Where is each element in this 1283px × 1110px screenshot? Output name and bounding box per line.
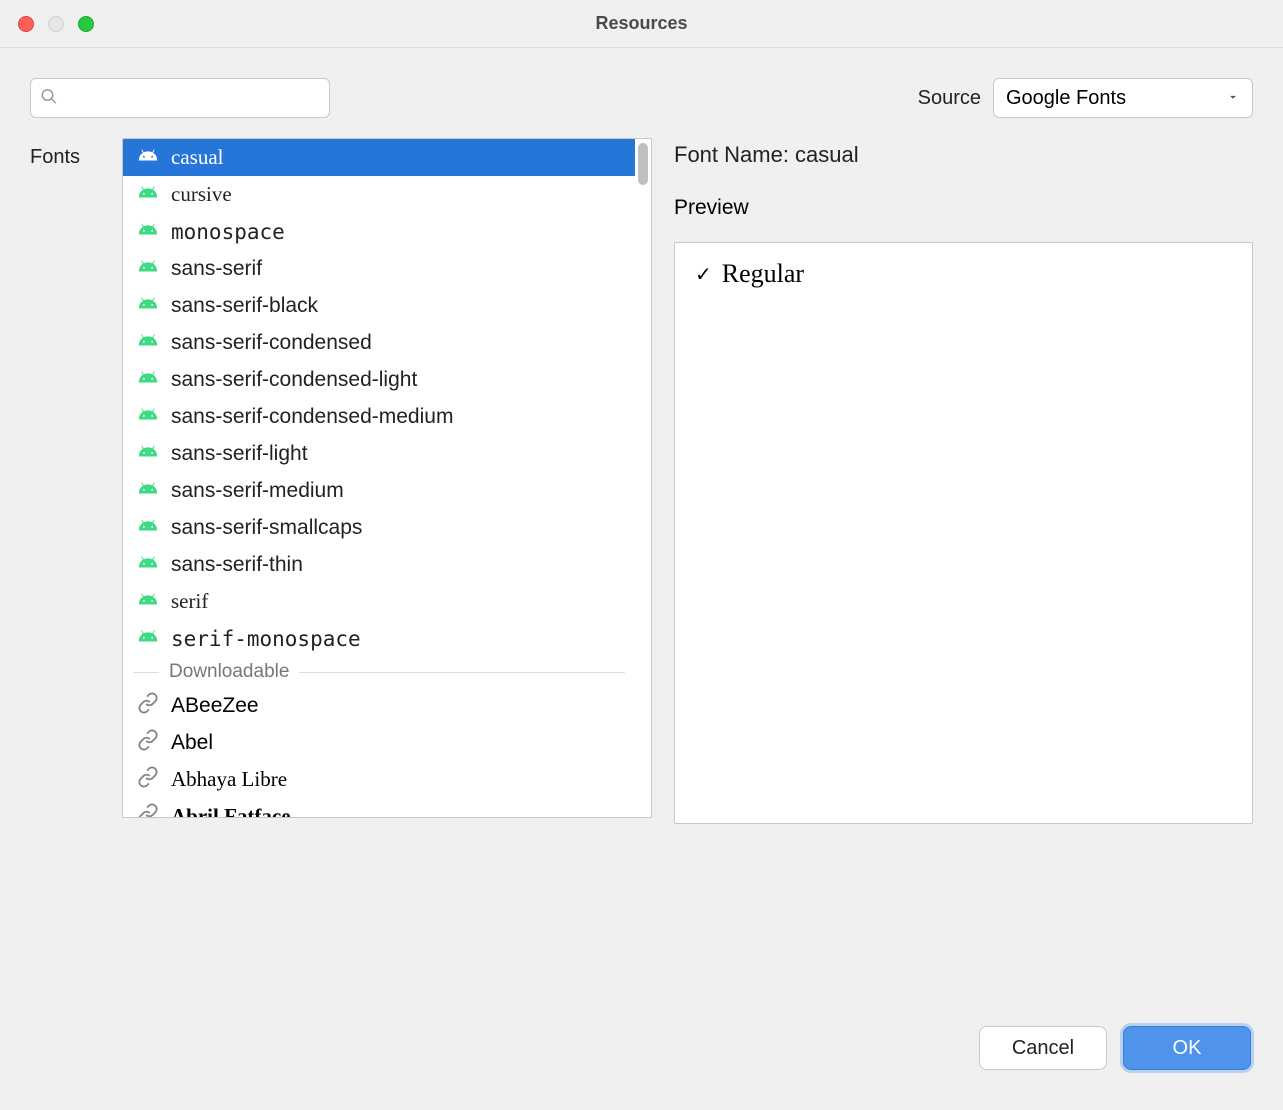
font-item-label: ABeeZee	[171, 694, 259, 718]
font-item-sans-serif-black[interactable]: sans-serif-black	[123, 287, 635, 324]
font-item-sans-serif-condensed-medium[interactable]: sans-serif-condensed-medium	[123, 398, 635, 435]
font-item-sans-serif-condensed-light[interactable]: sans-serif-condensed-light	[123, 361, 635, 398]
zoom-icon[interactable]	[78, 16, 94, 32]
android-icon	[137, 144, 159, 172]
android-icon	[137, 181, 159, 209]
source-label: Source	[918, 87, 981, 110]
detail-pane: Font Name: casual Preview ✓ Regular	[674, 138, 1253, 824]
search-input[interactable]	[30, 78, 330, 118]
font-item-label: serif	[171, 589, 208, 614]
android-icon	[137, 366, 159, 394]
window-controls	[0, 16, 94, 32]
font-item-sans-serif[interactable]: sans-serif	[123, 250, 635, 287]
search-field[interactable]	[30, 78, 330, 118]
font-item-serif-monospace[interactable]: serif-monospace	[123, 620, 635, 657]
android-icon	[137, 218, 159, 246]
font-item-label: sans-serif-condensed-light	[171, 368, 417, 392]
font-item-abel[interactable]: Abel	[123, 724, 635, 761]
check-icon: ✓	[695, 262, 712, 287]
font-item-label: sans-serif-light	[171, 442, 308, 466]
cancel-button[interactable]: Cancel	[979, 1026, 1107, 1070]
android-icon	[137, 255, 159, 283]
window-title: Resources	[0, 13, 1283, 34]
font-item-label: Abril Fatface	[171, 804, 291, 817]
font-item-label: monospace	[171, 220, 285, 244]
downloadable-separator: Downloadable	[123, 657, 635, 687]
font-list[interactable]: casual cursive monospace sans-serif sans-ser…	[122, 138, 652, 818]
font-item-label: Abel	[171, 731, 213, 755]
android-icon	[137, 403, 159, 431]
font-item-sans-serif-thin[interactable]: sans-serif-thin	[123, 546, 635, 583]
font-item-abril-fatface[interactable]: Abril Fatface	[123, 798, 635, 817]
android-icon	[137, 514, 159, 542]
font-item-serif[interactable]: serif	[123, 583, 635, 620]
font-item-monospace[interactable]: monospace	[123, 213, 635, 250]
android-icon	[137, 440, 159, 468]
preview-box: ✓ Regular	[674, 242, 1253, 824]
font-item-label: casual	[171, 145, 223, 170]
scrollbar-thumb[interactable]	[638, 143, 648, 185]
source-select[interactable]: Google Fonts	[993, 78, 1253, 118]
font-item-label: sans-serif-smallcaps	[171, 516, 362, 540]
separator-label: Downloadable	[169, 661, 289, 683]
font-item-sans-serif-medium[interactable]: sans-serif-medium	[123, 472, 635, 509]
scrollbar[interactable]	[635, 139, 651, 817]
font-item-label: sans-serif-medium	[171, 479, 344, 503]
link-icon	[137, 729, 159, 757]
chevron-down-icon	[1226, 87, 1240, 110]
android-icon	[137, 551, 159, 579]
preview-option-regular[interactable]: ✓ Regular	[695, 259, 1232, 289]
android-icon	[137, 329, 159, 357]
font-item-label: serif-monospace	[171, 627, 361, 651]
font-item-cursive[interactable]: cursive	[123, 176, 635, 213]
font-item-label: sans-serif-thin	[171, 553, 303, 577]
font-item-label: sans-serif-condensed	[171, 331, 372, 355]
android-icon	[137, 625, 159, 653]
search-icon	[40, 88, 58, 109]
font-item-abeezee[interactable]: ABeeZee	[123, 687, 635, 724]
font-item-label: sans-serif	[171, 257, 262, 281]
font-item-label: cursive	[171, 182, 232, 207]
minimize-icon[interactable]	[48, 16, 64, 32]
android-icon	[137, 477, 159, 505]
font-name-value: casual	[795, 142, 859, 167]
fonts-label: Fonts	[30, 138, 100, 824]
ok-button[interactable]: OK	[1123, 1026, 1251, 1070]
font-item-casual[interactable]: casual	[123, 139, 635, 176]
font-item-sans-serif-light[interactable]: sans-serif-light	[123, 435, 635, 472]
link-icon	[137, 692, 159, 720]
android-icon	[137, 588, 159, 616]
close-icon[interactable]	[18, 16, 34, 32]
preview-label: Preview	[674, 196, 1253, 220]
link-icon	[137, 766, 159, 794]
source-selected: Google Fonts	[1006, 87, 1126, 110]
font-name-label: Font Name:	[674, 142, 795, 167]
android-icon	[137, 292, 159, 320]
font-item-label: Abhaya Libre	[171, 767, 287, 792]
font-item-sans-serif-smallcaps[interactable]: sans-serif-smallcaps	[123, 509, 635, 546]
link-icon	[137, 803, 159, 818]
titlebar: Resources	[0, 0, 1283, 48]
preview-option-label: Regular	[722, 259, 804, 289]
font-item-label: sans-serif-black	[171, 294, 318, 318]
font-item-abhaya-libre[interactable]: Abhaya Libre	[123, 761, 635, 798]
font-item-sans-serif-condensed[interactable]: sans-serif-condensed	[123, 324, 635, 361]
font-item-label: sans-serif-condensed-medium	[171, 405, 453, 429]
